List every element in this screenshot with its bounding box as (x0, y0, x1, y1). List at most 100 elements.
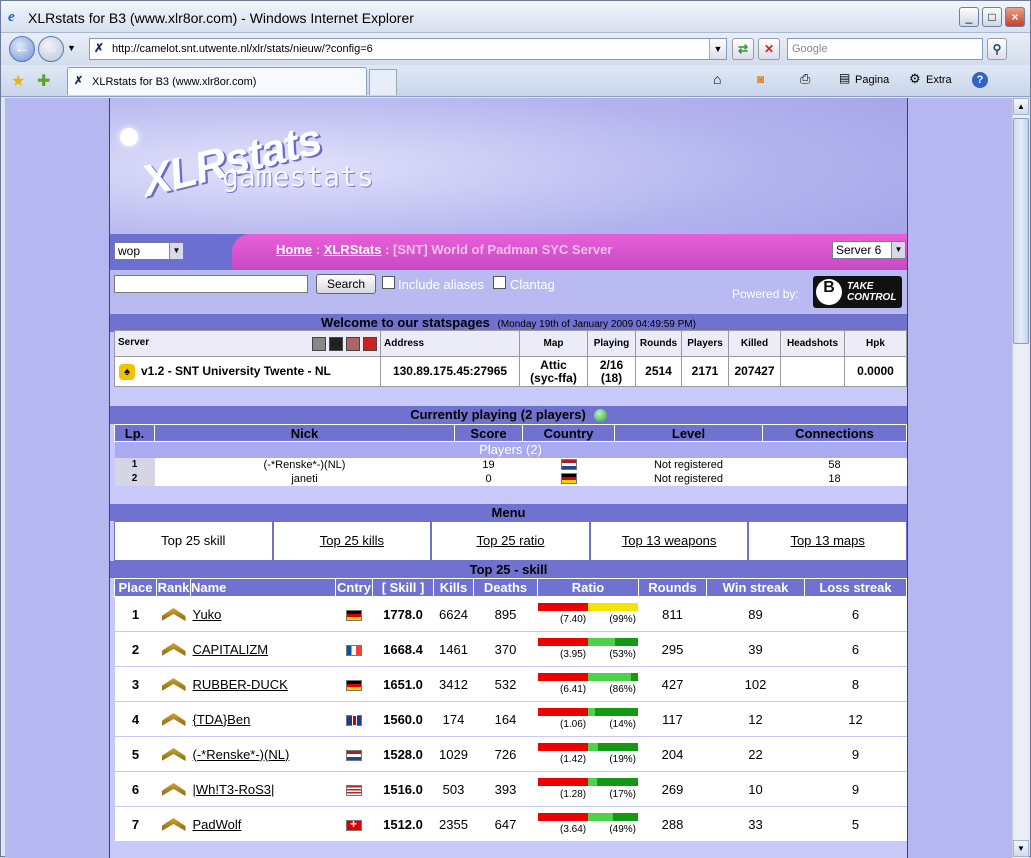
tab-label: XLRstats for B3 (www.xlr8or.com) (92, 76, 257, 88)
player-name-link[interactable]: (-*Renske*-)(NL) (193, 747, 290, 762)
history-dropdown-icon[interactable]: ▼ (67, 43, 76, 53)
player-name-link[interactable]: Yuko (193, 607, 222, 622)
game-select[interactable]: wop ▼ (114, 242, 184, 260)
table-row[interactable]: 2 CAPITALIZM 1668.4 1461 370 (3.95) (53%) 295 39… (114, 631, 907, 667)
sparkle-icon (120, 128, 138, 146)
menu-top25-ratio[interactable]: Top 25 ratio (431, 521, 590, 561)
server-playing: 2/16 (599, 357, 624, 372)
menu-top25-kills[interactable]: Top 25 kills (272, 521, 432, 561)
player-name-link[interactable]: {TDA}Ben (193, 712, 251, 727)
home-icon[interactable]: ⌂ (713, 71, 721, 87)
browser-window: e XLRstats for B3 (www.xlr8or.com) - Win… (0, 0, 1031, 858)
deaths-header[interactable]: Deaths (473, 578, 538, 597)
table-row[interactable]: 6 |Wh!T3-RoS3| 1516.0 503 393 (1.28) (17%) 269 1… (114, 771, 907, 807)
tab-active[interactable]: ✗ XLRstats for B3 (www.xlr8or.com) (67, 67, 367, 95)
page-menu[interactable]: Pagina (855, 74, 889, 86)
favorites-star-icon[interactable]: ★ (11, 71, 25, 91)
scrollbar-thumb[interactable] (1013, 118, 1029, 344)
country-flag-icon (346, 609, 362, 621)
skill-cell: 1512.0 (372, 806, 434, 842)
player-search-input[interactable] (114, 275, 308, 293)
ratio-header[interactable]: Ratio (537, 578, 639, 597)
server-select[interactable]: Server 6 ▼ (832, 241, 906, 259)
window-title: XLRstats for B3 (www.xlr8or.com) - Windo… (28, 10, 414, 26)
headshots-header: Headshots (780, 330, 845, 357)
loss-streak-cell: 6 (804, 631, 907, 667)
breadcrumb-xlrstats-link[interactable]: XLRStats (324, 242, 382, 257)
b3-logo-line2: CONTROL (847, 292, 897, 303)
deaths-cell: 370 (473, 631, 538, 667)
menu-top25-skill[interactable]: Top 25 skill (114, 521, 273, 561)
rounds-header[interactable]: Rounds (638, 578, 707, 597)
win-streak-header[interactable]: Win streak (706, 578, 805, 597)
refresh-button[interactable]: ⇄ (732, 38, 754, 60)
minimize-button[interactable]: _ (959, 7, 979, 27)
vertical-scrollbar[interactable]: ▲ ▼ (1012, 98, 1029, 858)
loss-streak-header[interactable]: Loss streak (804, 578, 907, 597)
place-header[interactable]: Place (114, 578, 157, 597)
back-button[interactable]: ← (9, 36, 35, 62)
skill-cell: 1651.0 (372, 666, 434, 702)
menu-top13-weapons[interactable]: Top 13 weapons (589, 521, 749, 561)
search-button[interactable]: Search (316, 274, 376, 294)
ratio-bar-fill (538, 603, 638, 611)
player-connections: 58 (828, 458, 841, 471)
menu-top13-maps[interactable]: Top 13 maps (748, 521, 907, 561)
ratio-bar: (1.28) (17%) (538, 776, 638, 802)
skill-cell: 1778.0 (372, 596, 434, 632)
refresh-icon[interactable] (593, 409, 607, 423)
menu-top25-kills-link[interactable]: Top 25 kills (320, 533, 384, 548)
help-icon[interactable]: ? (972, 72, 988, 88)
country-header[interactable]: Cntry (335, 578, 373, 597)
address-dropdown-icon[interactable]: ▼ (709, 39, 726, 59)
search-go-icon[interactable]: ⚲ (987, 38, 1007, 60)
stop-button[interactable]: ✕ (758, 38, 780, 60)
table-row[interactable]: 3 RUBBER-DUCK 1651.0 3412 532 (6.41) (86%) 427 1… (114, 666, 907, 702)
scroll-down-icon[interactable]: ▼ (1013, 840, 1029, 857)
new-tab-button[interactable] (369, 69, 397, 95)
tools-gear-icon: ⚙ (909, 71, 921, 86)
maximize-button[interactable]: □ (982, 7, 1002, 27)
player-row[interactable]: 2 janeti 0 Not registered 18 (114, 471, 907, 486)
table-row[interactable]: 7 PadWolf 1512.02355647 (3.64) (49%)288335 (114, 806, 907, 842)
connections-header: Connections (762, 424, 907, 442)
search-input[interactable]: Google (787, 38, 983, 60)
tools-menu[interactable]: Extra (926, 74, 952, 86)
include-aliases-checkbox[interactable] (382, 276, 395, 289)
menu-top25-ratio-link[interactable]: Top 25 ratio (477, 533, 545, 548)
add-favorites-icon[interactable]: ✚ (37, 71, 50, 91)
scroll-up-icon[interactable]: ▲ (1013, 98, 1029, 115)
clantag-checkbox[interactable] (493, 276, 506, 289)
table-row[interactable]: 4 {TDA}Ben 1560.0 174 164 (1.06) (14%) 117 12 12 (114, 701, 907, 737)
feeds-icon[interactable]: ◙ (757, 72, 764, 86)
deaths-cell: 393 (473, 771, 538, 807)
breadcrumb-home-link[interactable]: Home (276, 242, 312, 257)
kills-header[interactable]: Kills (433, 578, 474, 597)
address-bar[interactable]: ✗ http://camelot.snt.utwente.nl/xlr/stat… (89, 38, 727, 60)
rank-header[interactable]: Rank (156, 578, 191, 597)
server-row[interactable]: ♠ v1.2 - SNT University Twente - NL 130.8… (114, 356, 907, 387)
win-streak-cell: 33 (706, 806, 805, 842)
name-header[interactable]: Name (190, 578, 336, 597)
ratio-bar-fill (538, 778, 638, 786)
close-button[interactable]: × (1005, 7, 1025, 27)
table-row[interactable]: 5 (-*Renske*-)(NL) 1528.0 1029 726 (1.42) (19%… (114, 736, 907, 772)
b3-logo[interactable]: B TAKE CONTROL (813, 276, 902, 308)
player-name-link[interactable]: |Wh!T3-RoS3| (193, 782, 275, 797)
skill-header[interactable]: [ Skill ] (372, 578, 434, 597)
win-streak-cell: 102 (706, 666, 805, 702)
print-icon[interactable]: ⎙ (800, 71, 810, 87)
welcome-title: Welcome to our statspages (321, 315, 490, 330)
ratio-bar: (7.40) (99%) (538, 601, 638, 627)
country-flag-icon (346, 749, 362, 761)
country-flag-icon (346, 644, 362, 656)
player-row[interactable]: 1 (-*Renske*-)(NL) 19 Not registered 58 (114, 457, 907, 472)
menu-top13-maps-link[interactable]: Top 13 maps (790, 533, 864, 548)
menu-top13-weapons-link[interactable]: Top 13 weapons (622, 533, 717, 548)
player-name-link[interactable]: RUBBER-DUCK (193, 677, 288, 692)
forward-button[interactable]: → (38, 36, 64, 62)
player-name-link[interactable]: PadWolf (193, 817, 242, 832)
ratio-percent: (86%) (609, 684, 636, 695)
table-row[interactable]: 1 Yuko 1778.0 6624 895 (7.40) (99%) 811 89 6 (114, 596, 907, 632)
player-name-link[interactable]: CAPITALIZM (193, 642, 269, 657)
